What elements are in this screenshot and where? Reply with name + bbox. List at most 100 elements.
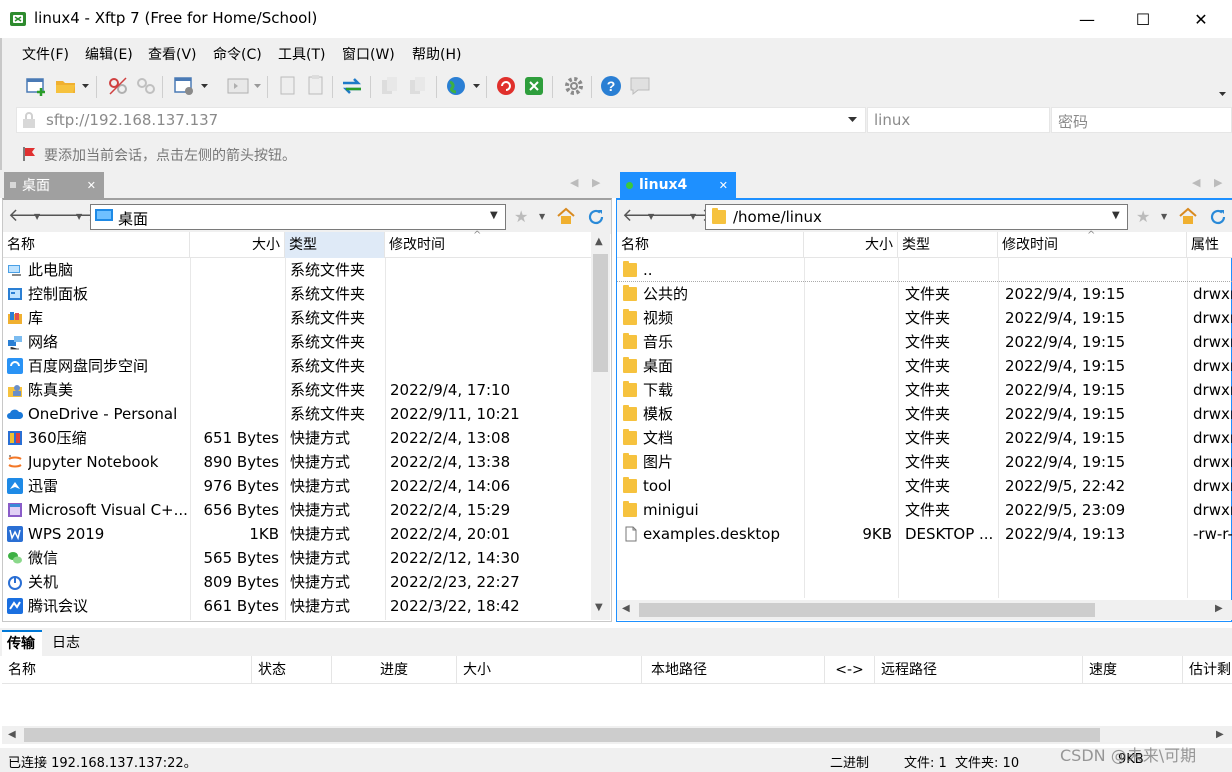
table-row[interactable]: 控制面板 系统文件夹 bbox=[3, 282, 591, 306]
transfer-column-eta[interactable]: 估计剩 bbox=[1183, 656, 1232, 684]
close-tab-icon[interactable]: ✕ bbox=[87, 179, 96, 192]
local-path-input[interactable] bbox=[90, 204, 506, 230]
table-row[interactable]: 网络 系统文件夹 bbox=[3, 330, 591, 354]
close-window-button[interactable]: ✕ bbox=[1172, 0, 1230, 38]
favorite-star-icon[interactable]: ★ bbox=[1136, 207, 1150, 226]
scroll-left-icon[interactable]: ◀ bbox=[8, 729, 16, 740]
chevron-down-icon[interactable]: ▼ bbox=[690, 212, 696, 221]
table-row[interactable]: 360压缩 651 Bytes 快捷方式 2022/2/4, 13:08 bbox=[3, 426, 591, 450]
chevron-down-icon[interactable]: ▼ bbox=[34, 212, 40, 221]
tab-log[interactable]: 日志 bbox=[52, 632, 80, 652]
table-row[interactable]: 微信 565 Bytes 快捷方式 2022/2/12, 14:30 bbox=[3, 546, 591, 570]
transfer-horizontal-scrollbar[interactable]: ◀ ▶ bbox=[2, 726, 1232, 744]
table-row[interactable]: 库 系统文件夹 bbox=[3, 306, 591, 330]
table-row[interactable]: minigui 文件夹 2022/9/5, 23:09 drwxr bbox=[617, 498, 1232, 522]
table-row[interactable]: 腾讯会议 661 Bytes 快捷方式 2022/3/22, 18:42 bbox=[3, 594, 591, 618]
tab-scroll-left-icon[interactable]: ◀ bbox=[570, 176, 578, 189]
home-icon[interactable] bbox=[556, 207, 576, 225]
table-row[interactable]: 此电脑 系统文件夹 bbox=[3, 258, 591, 282]
chevron-down-icon[interactable]: ▼ bbox=[1161, 212, 1167, 221]
chevron-down-icon[interactable]: ▼ bbox=[648, 212, 654, 221]
maximize-button[interactable]: ☐ bbox=[1114, 0, 1172, 38]
column-size[interactable]: 大小 bbox=[190, 232, 285, 258]
transfer-column-speed[interactable]: 速度 bbox=[1083, 656, 1183, 684]
column-name[interactable]: 名称 bbox=[617, 232, 804, 258]
table-row[interactable]: OneDrive - Personal 系统文件夹 2022/9/11, 10:21 bbox=[3, 402, 591, 426]
table-row[interactable]: 音乐 文件夹 2022/9/4, 19:15 drwxr bbox=[617, 330, 1232, 354]
table-row[interactable]: 桌面 文件夹 2022/9/4, 19:15 drwxr bbox=[617, 354, 1232, 378]
menu-edit[interactable]: 编辑(E) bbox=[85, 44, 133, 64]
home-icon[interactable] bbox=[1178, 207, 1198, 225]
transfer-column-remote-path[interactable]: 远程路径 bbox=[875, 656, 1083, 684]
scroll-thumb[interactable] bbox=[639, 603, 1095, 617]
new-session-icon[interactable] bbox=[24, 74, 48, 98]
refresh-icon[interactable] bbox=[1208, 207, 1228, 227]
table-row[interactable]: 图片 文件夹 2022/9/4, 19:15 drwxr bbox=[617, 450, 1232, 474]
tab-remote[interactable]: linux4 ✕ bbox=[620, 172, 736, 198]
table-row[interactable]: 关机 809 Bytes 快捷方式 2022/2/23, 22:27 bbox=[3, 570, 591, 594]
column-type[interactable]: 类型 bbox=[898, 232, 998, 258]
column-mtime[interactable]: 修改时间 bbox=[385, 232, 591, 258]
menu-help[interactable]: 帮助(H) bbox=[412, 44, 461, 64]
table-row[interactable]: 文档 文件夹 2022/9/4, 19:15 drwxr bbox=[617, 426, 1232, 450]
chevron-down-icon[interactable]: ▼ bbox=[76, 212, 82, 221]
favorite-star-icon[interactable]: ★ bbox=[514, 207, 528, 226]
menu-view[interactable]: 查看(V) bbox=[148, 44, 197, 64]
gear-icon[interactable] bbox=[562, 74, 586, 98]
transfer-column-progress[interactable]: 进度 bbox=[332, 656, 457, 684]
sync-transfer-icon[interactable] bbox=[340, 74, 364, 98]
table-row[interactable]: 模板 文件夹 2022/9/4, 19:15 drwxr bbox=[617, 402, 1232, 426]
chevron-down-icon[interactable] bbox=[473, 82, 480, 89]
tab-scroll-left-icon[interactable]: ◀ bbox=[1192, 176, 1200, 189]
refresh-icon[interactable] bbox=[586, 207, 606, 227]
table-row[interactable]: Microsoft Visual C+... 656 Bytes 快捷方式 2022/… bbox=[3, 498, 591, 522]
table-row[interactable]: WPS 2019 1KB 快捷方式 2022/2/4, 20:01 bbox=[3, 522, 591, 546]
xshell-icon[interactable] bbox=[494, 74, 518, 98]
tab-scroll-right-icon[interactable]: ▶ bbox=[592, 176, 600, 189]
column-name[interactable]: 名称 bbox=[3, 232, 190, 258]
scroll-right-icon[interactable]: ▶ bbox=[1216, 729, 1224, 740]
help-icon[interactable]: ? bbox=[599, 74, 623, 98]
scroll-left-icon[interactable]: ◀ bbox=[622, 603, 630, 614]
chevron-down-icon[interactable] bbox=[201, 82, 208, 89]
disconnect-icon[interactable] bbox=[106, 74, 130, 98]
transfer-column-size[interactable]: 大小 bbox=[457, 656, 642, 684]
xftp-icon[interactable] bbox=[522, 74, 546, 98]
minimize-button[interactable]: — bbox=[1058, 0, 1116, 38]
table-row[interactable]: Jupyter Notebook 890 Bytes 快捷方式 2022/2/4, 1… bbox=[3, 450, 591, 474]
bookmark-arrow-icon[interactable] bbox=[22, 145, 38, 163]
tab-transfer[interactable]: 传输 bbox=[2, 630, 42, 656]
scroll-thumb[interactable] bbox=[24, 728, 1100, 742]
menu-command[interactable]: 命令(C) bbox=[213, 44, 262, 64]
column-attributes[interactable]: 属性 bbox=[1187, 232, 1232, 258]
scroll-down-icon[interactable]: ▼ bbox=[595, 602, 603, 613]
column-size[interactable]: 大小 bbox=[804, 232, 898, 258]
properties-icon[interactable] bbox=[172, 74, 196, 98]
table-row[interactable]: 陈真美 系统文件夹 2022/9/4, 17:10 bbox=[3, 378, 591, 402]
chevron-down-icon[interactable]: ▼ bbox=[490, 210, 498, 221]
menu-tools[interactable]: 工具(T) bbox=[278, 44, 325, 64]
chevron-down-icon[interactable]: ▼ bbox=[1112, 210, 1120, 221]
toolbar-overflow-icon[interactable] bbox=[1219, 90, 1226, 97]
scroll-right-icon[interactable]: ▶ bbox=[1215, 603, 1223, 614]
transfer-column-status[interactable]: 状态 bbox=[252, 656, 332, 684]
column-type[interactable]: 类型 bbox=[285, 232, 385, 258]
local-vertical-scrollbar[interactable]: ▲ ▼ bbox=[591, 232, 610, 620]
scroll-up-icon[interactable]: ▲ bbox=[595, 236, 603, 247]
remote-horizontal-scrollbar[interactable]: ◀ ▶ bbox=[617, 600, 1232, 620]
table-row[interactable]: tool 文件夹 2022/9/5, 22:42 drwxr bbox=[617, 474, 1232, 498]
menu-window[interactable]: 窗口(W) bbox=[342, 44, 395, 64]
table-row[interactable]: .. bbox=[617, 258, 1232, 282]
table-row[interactable]: 迅雷 976 Bytes 快捷方式 2022/2/4, 14:06 bbox=[3, 474, 591, 498]
table-row[interactable]: examples.desktop 9KB DESKTOP ... 2022/9/4, … bbox=[617, 522, 1232, 546]
tab-local[interactable]: 桌面 ✕ bbox=[4, 172, 104, 198]
chevron-down-icon[interactable] bbox=[82, 82, 89, 89]
table-row[interactable]: 百度网盘同步空间 系统文件夹 bbox=[3, 354, 591, 378]
menu-file[interactable]: 文件(F) bbox=[22, 44, 69, 64]
transfer-column-direction[interactable]: <-> bbox=[825, 656, 875, 684]
close-tab-icon[interactable]: ✕ bbox=[719, 179, 728, 192]
open-folder-icon[interactable] bbox=[54, 74, 78, 98]
tab-scroll-right-icon[interactable]: ▶ bbox=[1214, 176, 1222, 189]
scroll-thumb[interactable] bbox=[593, 254, 608, 372]
globe-icon[interactable] bbox=[444, 74, 468, 98]
